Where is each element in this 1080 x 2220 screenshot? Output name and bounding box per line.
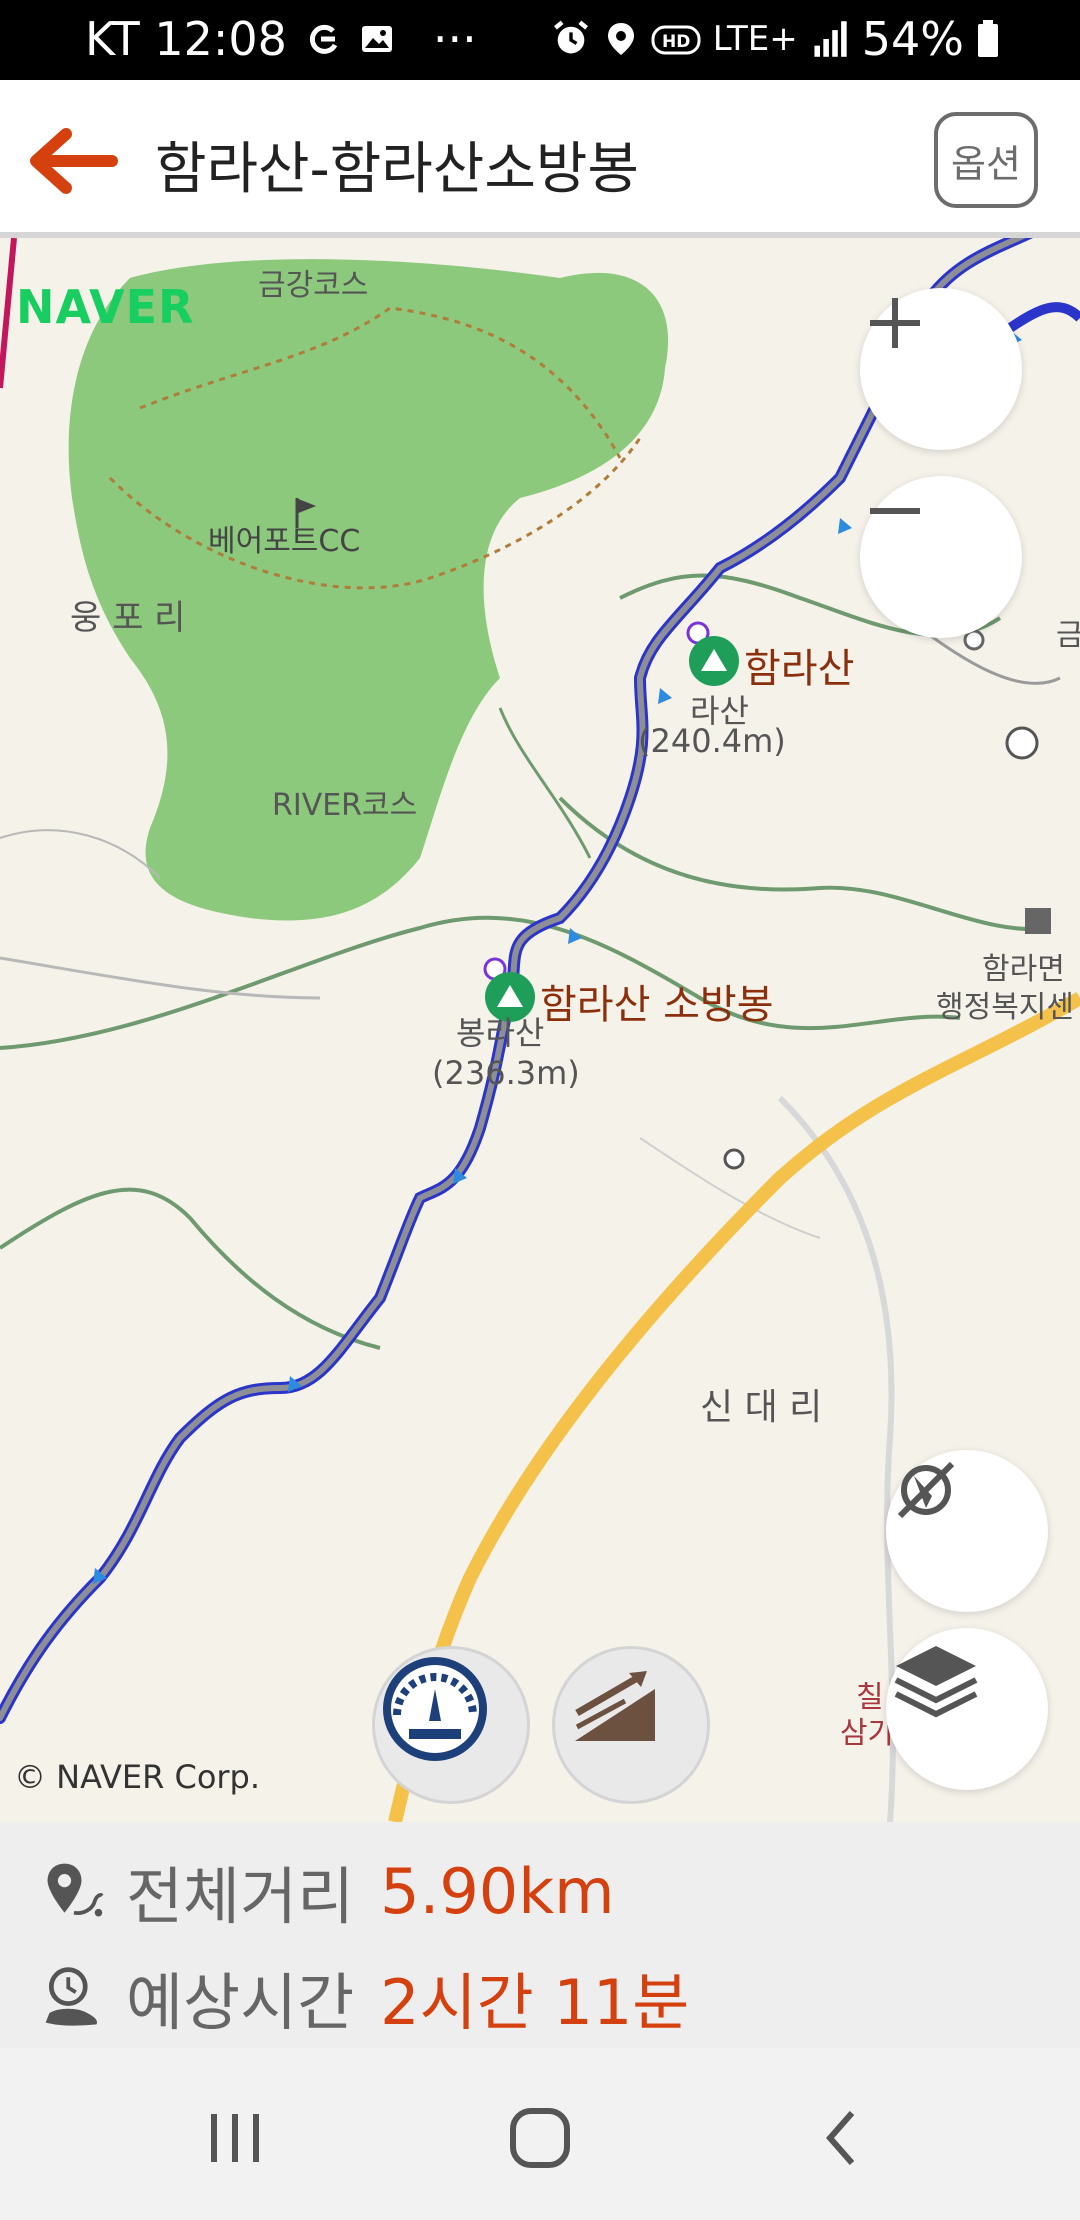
distance-value: 5.90km — [380, 1854, 615, 1928]
zoom-in-button[interactable] — [860, 288, 1022, 450]
label-peak1-height: (240.4m) — [638, 722, 786, 760]
gallery-icon — [361, 26, 392, 52]
svg-text:HD: HD — [662, 32, 690, 52]
time-value: 2시간 11분 — [380, 1966, 690, 2039]
recent-apps-icon — [211, 2114, 259, 2162]
carrier-time: KT 12:08 — [85, 12, 287, 66]
home-icon — [510, 2108, 570, 2168]
network-type: LTE+ — [712, 19, 798, 59]
home-button[interactable] — [505, 2103, 575, 2173]
back-nav-button[interactable] — [812, 2103, 872, 2173]
label-edge-right-top: 금 — [1056, 618, 1080, 653]
alarm-icon — [553, 20, 588, 54]
elevation-profile-icon — [575, 1671, 655, 1741]
label-office-2: 행정복지센 — [936, 990, 1074, 1025]
label-village-left: 웅 포 리 — [70, 598, 186, 638]
peak-label-sobangbong: 함라산 소방봉 — [540, 982, 774, 1028]
map-copyright: © NAVER Corp. — [14, 1758, 261, 1796]
options-button[interactable]: 옵션 — [934, 112, 1038, 208]
sync-icon — [309, 24, 338, 54]
clock-pin-icon — [45, 1967, 98, 2026]
recent-apps-button[interactable] — [200, 2108, 270, 2168]
system-nav-bar — [0, 2048, 1080, 2220]
time-row: 예상시간 2시간 11분 — [40, 1952, 689, 2042]
status-bar: KT 12:08 ··· HD LTE+ 54% — [0, 0, 1080, 80]
distance-row: 전체거리 5.90km — [40, 1846, 615, 1936]
office-icon — [1025, 908, 1051, 934]
label-peak2-height: (236.3m) — [432, 1054, 580, 1092]
distance-pin-icon — [47, 1863, 104, 1917]
distance-label: 전체거리 — [126, 1860, 355, 1933]
back-button[interactable] — [24, 116, 124, 206]
plus-icon — [870, 298, 920, 348]
route-info-panel: 전체거리 5.90km 예상시간 2시간 11분 — [0, 1822, 1080, 2048]
speedometer-icon — [383, 1657, 487, 1761]
label-peak2-name: 봉라산 — [456, 1014, 545, 1052]
hd-voice-icon: HD — [651, 25, 701, 55]
naver-logo: NAVER — [16, 280, 195, 334]
peak-marker-hamrasan[interactable] — [686, 621, 739, 686]
layers-button[interactable] — [886, 1628, 1048, 1790]
label-river-course: RIVER코스 — [272, 788, 418, 823]
minus-icon — [870, 508, 920, 514]
arrow-left-icon — [30, 128, 118, 194]
compass-button[interactable] — [886, 1450, 1048, 1612]
signal-icon — [814, 21, 847, 57]
page-title: 함라산-함라산소방봉 — [155, 137, 639, 202]
label-golf-club: 베어포트CC — [208, 524, 361, 559]
time-label: 예상시간 — [126, 1966, 355, 2039]
battery-icon — [978, 20, 998, 57]
speedometer-button[interactable] — [372, 1646, 530, 1804]
battery-percent: 54% — [861, 12, 964, 66]
elevation-profile-button[interactable] — [552, 1646, 710, 1804]
app-bar: 함라산-함라산소방봉 옵션 — [0, 80, 1080, 238]
compass-off-icon — [897, 1461, 955, 1519]
more-notifications: ··· — [432, 12, 477, 66]
location-icon — [607, 23, 634, 55]
back-icon — [826, 2111, 855, 2165]
label-course-top: 금강코스 — [258, 268, 369, 303]
peak-label-hamrasan: 함라산 — [744, 646, 855, 692]
label-village-center: 신 대 리 — [700, 1387, 823, 1428]
layers-icon — [894, 1646, 978, 1718]
zoom-out-button[interactable] — [860, 476, 1022, 638]
map-view[interactable]: NAVER 금강코스 베어포트CC 웅 포 리 RIVER코스 라산 (240.… — [0, 238, 1080, 1822]
